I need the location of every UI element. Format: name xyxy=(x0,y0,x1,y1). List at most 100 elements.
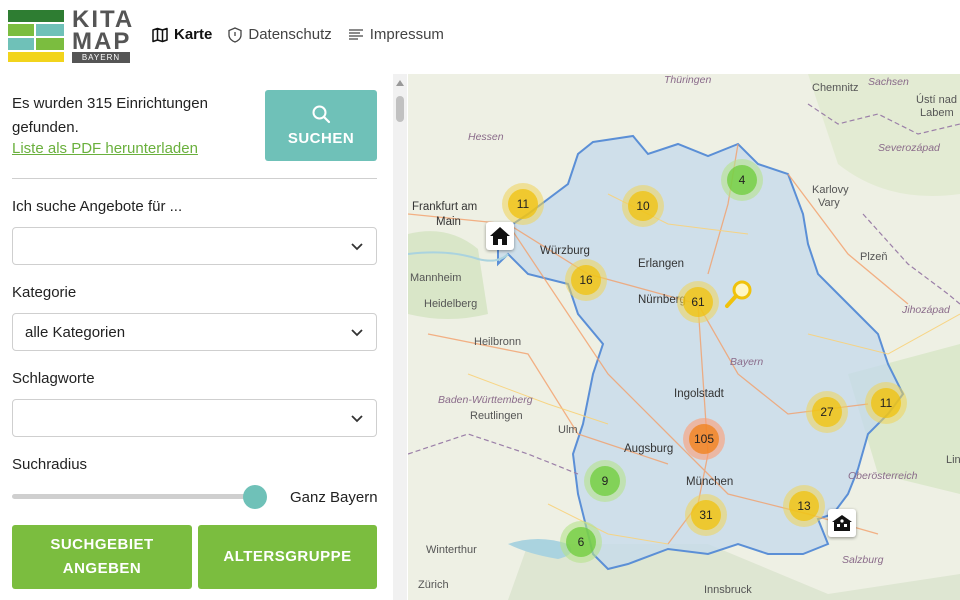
offers-label: Ich suche Angebote für ... xyxy=(12,198,183,215)
map-label-karlovy: Karlovy xyxy=(812,184,849,196)
marker-cluster[interactable]: 11 xyxy=(865,382,907,424)
map-label-mannheim: Mannheim xyxy=(410,272,462,284)
map-label-usti: Ústí nad xyxy=(916,94,957,106)
house-icon xyxy=(490,227,510,245)
marker-cluster[interactable]: 13 xyxy=(783,485,825,527)
map-label-augsburg: Augsburg xyxy=(624,443,674,455)
cluster-count: 9 xyxy=(590,466,620,496)
cluster-count: 6 xyxy=(566,527,596,557)
marker-cluster[interactable]: 4 xyxy=(721,159,763,201)
main-nav: Karte Datenschutz Impressum xyxy=(152,26,444,43)
marker-cluster[interactable]: 61 xyxy=(677,281,719,323)
scroll-up-arrow[interactable] xyxy=(396,80,404,86)
cluster-count: 27 xyxy=(812,397,842,427)
marker-cluster[interactable]: 105 xyxy=(683,418,725,460)
map-label-wuerzburg: Würzburg xyxy=(540,245,590,257)
map-label-heidelberg: Heidelberg xyxy=(424,298,478,310)
scroll-thumb[interactable] xyxy=(396,96,404,122)
offers-select[interactable] xyxy=(12,227,377,265)
map-label-ulm: Ulm xyxy=(558,424,578,436)
map-label-oberoesterreich: Oberösterreich xyxy=(848,470,918,482)
radius-label: Suchradius xyxy=(12,456,88,473)
map-label-hessen: Hessen xyxy=(468,131,504,143)
map-label-lin: Lin xyxy=(946,454,960,466)
chevron-down-icon xyxy=(351,243,363,251)
map-label-muenchen: München xyxy=(686,476,734,488)
age-group-button[interactable]: Altersgruppe xyxy=(198,525,377,589)
sidebar-divider xyxy=(12,178,377,179)
cluster-count: 105 xyxy=(689,424,719,454)
school-icon xyxy=(832,515,852,531)
map-label-frankfurt: Frankfurt am xyxy=(412,201,478,213)
pdf-download-link[interactable]: Liste als PDF herunterladen xyxy=(12,140,198,157)
nav-item-karte[interactable]: Karte xyxy=(152,26,212,43)
nav-label-karte: Karte xyxy=(174,26,213,43)
marker-cluster[interactable]: 9 xyxy=(584,460,626,502)
facility-marker[interactable] xyxy=(828,509,856,537)
nav-label-impressum: Impressum xyxy=(369,26,444,43)
category-select[interactable]: alle Kategorien xyxy=(12,313,377,351)
marker-cluster[interactable]: 10 xyxy=(622,185,664,227)
map-label-salzburg: Salzburg xyxy=(842,554,884,566)
search-pin-icon xyxy=(725,280,752,308)
kitamap-logo[interactable]: KITA MAP BAYERN xyxy=(8,6,133,63)
keywords-label: Schlagworte xyxy=(12,370,95,387)
cluster-count: 10 xyxy=(628,191,658,221)
search-button-label: Suchen xyxy=(287,130,355,147)
marker-cluster[interactable]: 27 xyxy=(806,391,848,433)
marker-cluster[interactable]: 6 xyxy=(560,521,602,563)
app-header: KITA MAP BAYERN Karte Datenschutz Impres… xyxy=(0,0,960,74)
chevron-down-icon xyxy=(351,415,363,423)
shield-icon xyxy=(228,26,243,43)
map-label-labem: Labem xyxy=(920,107,954,119)
map-label-thueringen: Thüringen xyxy=(664,74,712,86)
map-label-main: Main xyxy=(436,216,461,228)
marker-cluster[interactable]: 31 xyxy=(685,494,727,536)
cluster-count: 11 xyxy=(871,388,901,418)
facility-marker[interactable] xyxy=(486,222,514,250)
radius-slider-thumb[interactable] xyxy=(243,485,267,509)
marker-cluster[interactable]: 11 xyxy=(502,183,544,225)
map-label-reutlingen: Reutlingen xyxy=(470,410,523,422)
list-icon xyxy=(348,28,363,40)
keywords-select[interactable] xyxy=(12,399,377,437)
map-label-baden-wuerttemberg: Baden-Württemberg xyxy=(438,394,533,406)
map-label-erlangen: Erlangen xyxy=(638,258,685,270)
marker-cluster[interactable]: 16 xyxy=(565,259,607,301)
map-label-bayern: Bayern xyxy=(730,356,764,368)
map-label-vary: Vary xyxy=(818,197,840,209)
nav-item-impressum[interactable]: Impressum xyxy=(348,26,444,43)
radius-value: Ganz Bayern xyxy=(290,489,378,506)
cluster-count: 31 xyxy=(691,500,721,530)
map-label-plzen: Plzeň xyxy=(860,251,888,263)
cluster-count: 11 xyxy=(508,189,538,219)
chevron-down-icon xyxy=(351,329,363,337)
category-label: Kategorie xyxy=(12,284,77,301)
search-icon xyxy=(312,105,331,124)
map-label-heilbronn: Heilbronn xyxy=(474,336,522,348)
location-search-marker[interactable] xyxy=(722,276,756,315)
nav-label-datenschutz: Datenschutz xyxy=(248,26,332,43)
map-label-innsbruck: Innsbruck xyxy=(704,584,752,596)
map-label-chemnitz: Chemnitz xyxy=(812,82,859,94)
cluster-count: 61 xyxy=(683,287,713,317)
sidebar-scrollbar[interactable] xyxy=(393,74,407,600)
map-label-severozapad: Severozápad xyxy=(878,142,940,154)
map-icon xyxy=(152,27,168,42)
radius-slider-track[interactable] xyxy=(12,494,256,499)
search-sidebar: Es wurden 315 Einrichtungen gefunden. Li… xyxy=(0,74,393,600)
result-count-text: Es wurden 315 Einrichtungen gefunden. xyxy=(12,95,208,136)
map-label-sachsen: Sachsen xyxy=(868,76,909,88)
cluster-count: 16 xyxy=(571,265,601,295)
nav-item-datenschutz[interactable]: Datenschutz xyxy=(228,26,332,43)
map-label-winterthur: Winterthur xyxy=(426,544,477,556)
search-area-button[interactable]: Suchgebiet angeben xyxy=(12,525,192,589)
map-view[interactable]: Frankfurt am Main Würzburg Erlangen Nürn… xyxy=(408,74,960,600)
map-label-ingolstadt: Ingolstadt xyxy=(674,388,724,400)
search-button[interactable]: Suchen xyxy=(265,90,377,161)
cluster-count: 13 xyxy=(789,491,819,521)
logo-line3: BAYERN xyxy=(72,52,130,63)
map-label-zuerich: Zürich xyxy=(418,579,449,591)
map-label-jihozapad: Jihozápad xyxy=(902,304,950,316)
cluster-count: 4 xyxy=(727,165,757,195)
